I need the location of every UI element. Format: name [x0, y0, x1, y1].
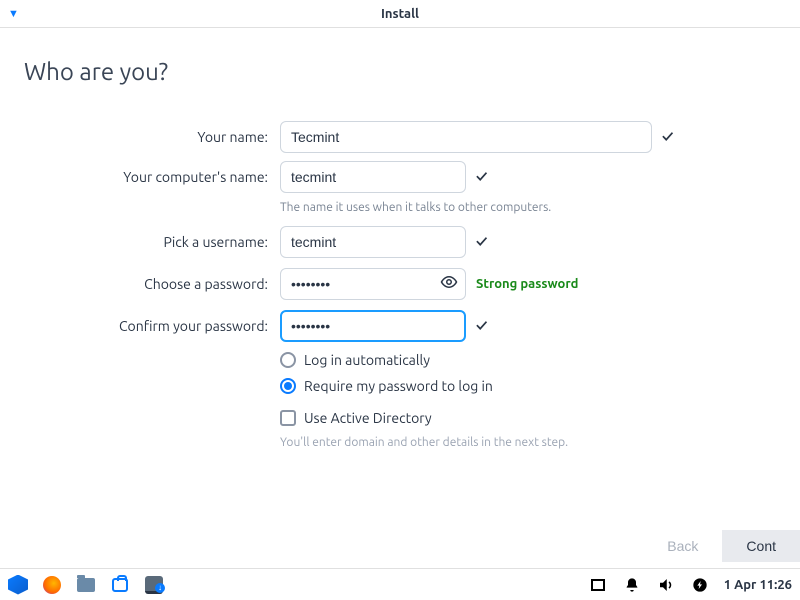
- volume-icon[interactable]: [656, 575, 676, 595]
- require-password-label: Require my password to log in: [304, 378, 493, 394]
- files-icon[interactable]: [76, 575, 96, 595]
- check-icon: ✓: [662, 128, 673, 146]
- auto-login-option[interactable]: Log in automatically: [280, 352, 744, 368]
- computer-help: The name it uses when it talks to other …: [280, 201, 744, 214]
- check-icon: ✓: [476, 233, 487, 251]
- nav-buttons: Back Cont: [643, 530, 800, 562]
- zorin-menu-icon[interactable]: [8, 575, 28, 595]
- auto-login-label: Log in automatically: [304, 352, 430, 368]
- active-directory-option[interactable]: Use Active Directory: [280, 410, 744, 426]
- radio-icon: [280, 352, 296, 368]
- username-label: Pick a username:: [24, 234, 280, 250]
- continue-button[interactable]: Cont: [722, 530, 800, 562]
- titlebar: ▼ Install: [0, 0, 800, 28]
- window-title: Install: [0, 7, 800, 21]
- menu-dropdown-icon[interactable]: ▼: [8, 8, 19, 20]
- computer-input[interactable]: [280, 161, 466, 193]
- content-area: Who are you? Your name: ✓ Your computer'…: [0, 28, 800, 568]
- power-icon[interactable]: [690, 575, 710, 595]
- software-icon[interactable]: [110, 575, 130, 595]
- check-icon: ✓: [476, 168, 487, 186]
- name-label: Your name:: [24, 129, 280, 145]
- back-button[interactable]: Back: [643, 530, 722, 562]
- workspace-icon[interactable]: [588, 575, 608, 595]
- firefox-icon[interactable]: [42, 575, 62, 595]
- require-password-option[interactable]: Require my password to log in: [280, 378, 744, 394]
- confirm-label: Confirm your password:: [24, 318, 280, 334]
- password-label: Choose a password:: [24, 276, 280, 292]
- confirm-input[interactable]: [280, 310, 466, 342]
- check-icon: ✓: [476, 317, 487, 335]
- clock[interactable]: 1 Apr 11:26: [724, 578, 792, 592]
- eye-icon[interactable]: [440, 273, 458, 295]
- active-directory-label: Use Active Directory: [304, 410, 432, 426]
- user-form: Your name: ✓ Your computer's name: ✓ The…: [24, 121, 744, 449]
- installer-window: ▼ Install Who are you? Your name: ✓ Your…: [0, 0, 800, 568]
- notifications-icon[interactable]: [622, 575, 642, 595]
- checkbox-icon: [280, 410, 296, 426]
- password-input[interactable]: [280, 268, 466, 300]
- username-input[interactable]: [280, 226, 466, 258]
- name-input[interactable]: [280, 121, 652, 153]
- page-heading: Who are you?: [24, 58, 776, 85]
- active-directory-help: You'll enter domain and other details in…: [280, 436, 744, 449]
- password-strength: Strong password: [476, 277, 578, 291]
- taskbar: ↓ 1 Apr 11:26: [0, 568, 800, 600]
- radio-selected-icon: [280, 378, 296, 394]
- installer-task-icon[interactable]: ↓: [144, 575, 164, 595]
- computer-label: Your computer's name:: [24, 169, 280, 185]
